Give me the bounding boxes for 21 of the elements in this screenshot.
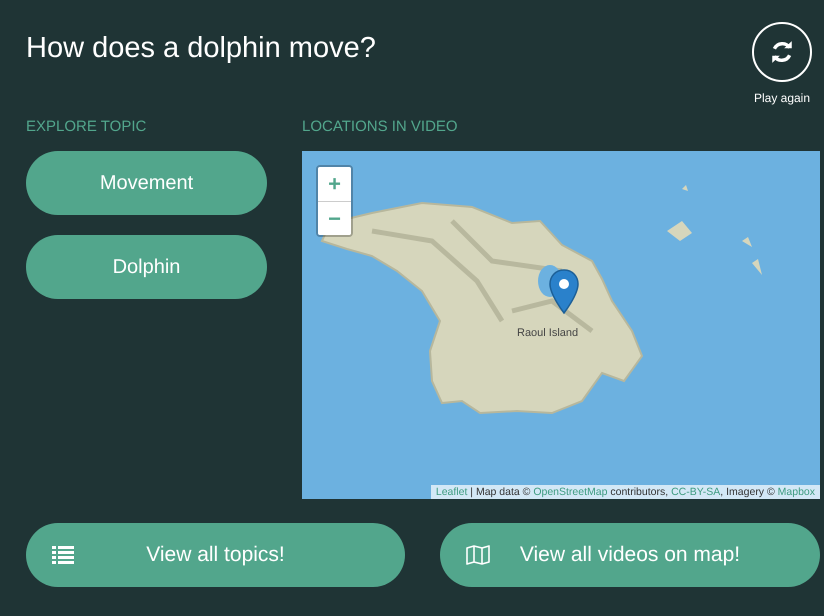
view-all-button[interactable]: View all topics! — [26, 523, 405, 587]
section-heading: LOCATIONS IN VIDEO — [302, 118, 459, 137]
play-again-label: Play again — [754, 91, 810, 105]
attribution-link[interactable]: Leaflet — [436, 486, 468, 498]
zoom-out-button[interactable]: − — [318, 201, 351, 235]
attribution-link[interactable]: CC-BY-SA — [671, 486, 720, 498]
play-again-button[interactable] — [752, 22, 812, 82]
attribution-link[interactable]: Mapbox — [778, 486, 815, 498]
map-icon — [466, 545, 490, 565]
zoom-in-button[interactable]: + — [318, 167, 351, 201]
section-heading: EXPLORE TOPIC — [26, 118, 148, 137]
topic-button[interactable]: Movement — [26, 151, 267, 215]
place-label: Raoul Island — [517, 327, 578, 339]
map[interactable]: Raoul Island + − Leaflet | Map data © OpenStreetMap contributors, CC-BY-SA, Imagery © Mapbox — [302, 151, 820, 499]
topic-button[interactable]: Dolphin — [26, 235, 267, 299]
map-attribution: Leaflet | Map data © OpenStreetMap contributors, CC-BY-SA, Imagery © Mapbox — [430, 485, 820, 499]
page-title: How does a dolphin move? — [26, 32, 376, 65]
view-all-button[interactable]: View all videos on map! — [440, 523, 820, 587]
attribution-link[interactable]: OpenStreetMap — [533, 486, 608, 498]
list-icon — [52, 546, 74, 564]
map-pin-icon[interactable] — [549, 269, 579, 315]
